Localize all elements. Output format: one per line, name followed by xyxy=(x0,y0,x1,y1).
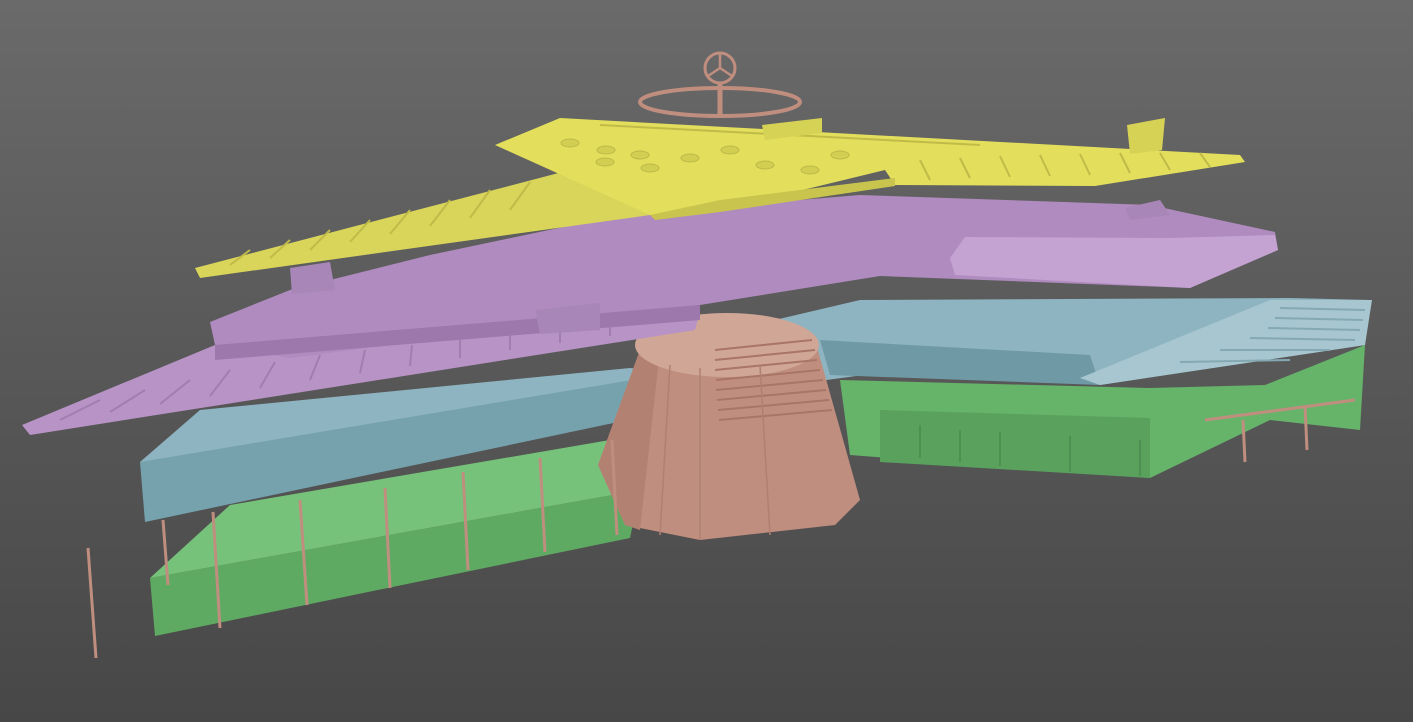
rooftop-emblem xyxy=(638,51,802,118)
upper-deck-box-left xyxy=(290,262,335,294)
column xyxy=(1241,419,1247,463)
three-pointed-star-icon xyxy=(703,51,737,85)
column xyxy=(1303,404,1309,451)
3d-viewport[interactable] xyxy=(0,0,1413,722)
building-model[interactable] xyxy=(0,0,1413,722)
roof-chimney-box xyxy=(1127,118,1165,154)
column xyxy=(86,547,98,659)
